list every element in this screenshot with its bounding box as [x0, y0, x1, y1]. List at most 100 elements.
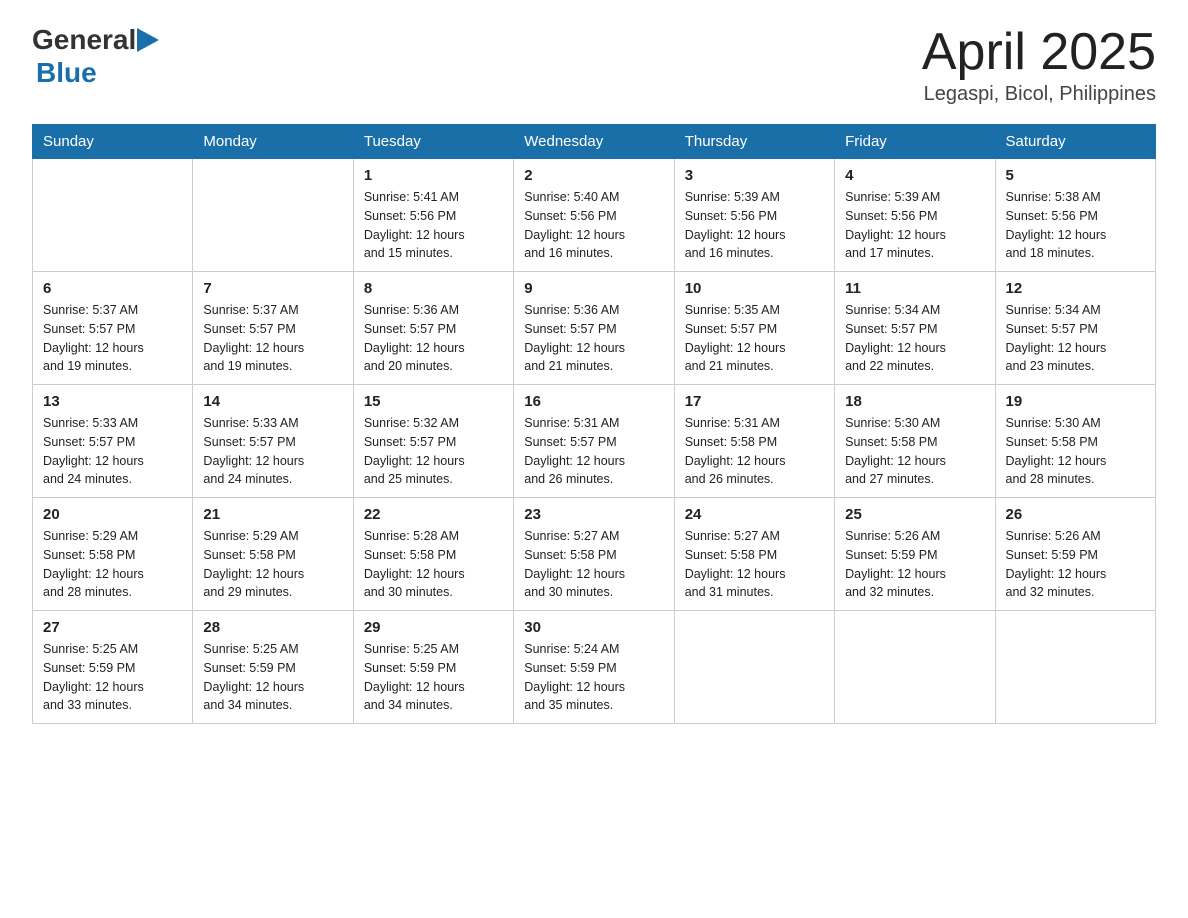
- calendar-cell: 1 Sunrise: 5:41 AMSunset: 5:56 PMDaylight…: [353, 159, 513, 272]
- day-number: 14: [203, 393, 342, 410]
- day-info: Sunrise: 5:41 AMSunset: 5:56 PMDaylight:…: [364, 188, 503, 263]
- day-number: 5: [1006, 167, 1145, 184]
- day-number: 25: [845, 506, 984, 523]
- calendar-cell: [995, 611, 1155, 724]
- column-header-tuesday: Tuesday: [353, 125, 513, 159]
- day-number: 23: [524, 506, 663, 523]
- day-number: 12: [1006, 280, 1145, 297]
- calendar-cell: 22 Sunrise: 5:28 AMSunset: 5:58 PMDayligh…: [353, 498, 513, 611]
- day-number: 16: [524, 393, 663, 410]
- day-number: 18: [845, 393, 984, 410]
- calendar-cell: 5 Sunrise: 5:38 AMSunset: 5:56 PMDaylight…: [995, 159, 1155, 272]
- calendar-cell: 8 Sunrise: 5:36 AMSunset: 5:57 PMDaylight…: [353, 272, 513, 385]
- calendar-cell: 12 Sunrise: 5:34 AMSunset: 5:57 PMDayligh…: [995, 272, 1155, 385]
- calendar-cell: 18Sunrise: 5:30 AMSunset: 5:58 PMDayligh…: [835, 385, 995, 498]
- day-number: 8: [364, 280, 503, 297]
- day-number: 11: [845, 280, 984, 297]
- day-number: 30: [524, 619, 663, 636]
- calendar-cell: 23Sunrise: 5:27 AMSunset: 5:58 PMDayligh…: [514, 498, 674, 611]
- calendar-cell: 27 Sunrise: 5:25 AMSunset: 5:59 PMDayligh…: [33, 611, 193, 724]
- calendar-week-row: 20 Sunrise: 5:29 AMSunset: 5:58 PMDayligh…: [33, 498, 1156, 611]
- day-info: Sunrise: 5:35 AMSunset: 5:57 PMDaylight:…: [685, 301, 824, 376]
- day-number: 27: [43, 619, 182, 636]
- day-number: 26: [1006, 506, 1145, 523]
- calendar-cell: 17 Sunrise: 5:31 AMSunset: 5:58 PMDayligh…: [674, 385, 834, 498]
- day-number: 21: [203, 506, 342, 523]
- day-info: Sunrise: 5:29 AMSunset: 5:58 PMDaylight:…: [43, 527, 182, 602]
- day-number: 15: [364, 393, 503, 410]
- day-number: 29: [364, 619, 503, 636]
- calendar-cell: 11 Sunrise: 5:34 AMSunset: 5:57 PMDayligh…: [835, 272, 995, 385]
- column-header-thursday: Thursday: [674, 125, 834, 159]
- calendar-cell: 16 Sunrise: 5:31 AMSunset: 5:57 PMDayligh…: [514, 385, 674, 498]
- day-info: Sunrise: 5:38 AMSunset: 5:56 PMDaylight:…: [1006, 188, 1145, 263]
- day-info: Sunrise: 5:25 AMSunset: 5:59 PMDaylight:…: [364, 640, 503, 715]
- day-info: Sunrise: 5:40 AMSunset: 5:56 PMDaylight:…: [524, 188, 663, 263]
- calendar-table: SundayMondayTuesdayWednesdayThursdayFrid…: [32, 124, 1156, 724]
- day-info: Sunrise: 5:34 AMSunset: 5:57 PMDaylight:…: [1006, 301, 1145, 376]
- location-title: Legaspi, Bicol, Philippines: [922, 83, 1156, 106]
- day-number: 1: [364, 167, 503, 184]
- day-info: Sunrise: 5:39 AMSunset: 5:56 PMDaylight:…: [845, 188, 984, 263]
- calendar-cell: 6 Sunrise: 5:37 AMSunset: 5:57 PMDaylight…: [33, 272, 193, 385]
- day-info: Sunrise: 5:27 AMSunset: 5:58 PMDaylight:…: [685, 527, 824, 602]
- day-info: Sunrise: 5:36 AMSunset: 5:57 PMDaylight:…: [364, 301, 503, 376]
- day-info: Sunrise: 5:37 AMSunset: 5:57 PMDaylight:…: [43, 301, 182, 376]
- calendar-cell: 21 Sunrise: 5:29 AMSunset: 5:58 PMDayligh…: [193, 498, 353, 611]
- calendar-header-row: SundayMondayTuesdayWednesdayThursdayFrid…: [33, 125, 1156, 159]
- calendar-week-row: 1 Sunrise: 5:41 AMSunset: 5:56 PMDaylight…: [33, 159, 1156, 272]
- day-info: Sunrise: 5:31 AMSunset: 5:58 PMDaylight:…: [685, 414, 824, 489]
- column-header-wednesday: Wednesday: [514, 125, 674, 159]
- day-info: Sunrise: 5:29 AMSunset: 5:58 PMDaylight:…: [203, 527, 342, 602]
- day-number: 10: [685, 280, 824, 297]
- day-info: Sunrise: 5:33 AMSunset: 5:57 PMDaylight:…: [203, 414, 342, 489]
- calendar-cell: 29 Sunrise: 5:25 AMSunset: 5:59 PMDayligh…: [353, 611, 513, 724]
- calendar-cell: 26 Sunrise: 5:26 AMSunset: 5:59 PMDayligh…: [995, 498, 1155, 611]
- column-header-monday: Monday: [193, 125, 353, 159]
- day-number: 4: [845, 167, 984, 184]
- logo: General Blue: [32, 24, 161, 90]
- day-info: Sunrise: 5:28 AMSunset: 5:58 PMDaylight:…: [364, 527, 503, 602]
- day-number: 28: [203, 619, 342, 636]
- calendar-cell: 3Sunrise: 5:39 AMSunset: 5:56 PMDaylight…: [674, 159, 834, 272]
- calendar-cell: 2Sunrise: 5:40 AMSunset: 5:56 PMDaylight…: [514, 159, 674, 272]
- day-info: Sunrise: 5:30 AMSunset: 5:58 PMDaylight:…: [1006, 414, 1145, 489]
- calendar-cell: 19 Sunrise: 5:30 AMSunset: 5:58 PMDayligh…: [995, 385, 1155, 498]
- day-number: 6: [43, 280, 182, 297]
- column-header-friday: Friday: [835, 125, 995, 159]
- calendar-cell: 15 Sunrise: 5:32 AMSunset: 5:57 PMDayligh…: [353, 385, 513, 498]
- day-info: Sunrise: 5:25 AMSunset: 5:59 PMDaylight:…: [203, 640, 342, 715]
- day-number: 20: [43, 506, 182, 523]
- day-info: Sunrise: 5:34 AMSunset: 5:57 PMDaylight:…: [845, 301, 984, 376]
- calendar-week-row: 13 Sunrise: 5:33 AMSunset: 5:57 PMDayligh…: [33, 385, 1156, 498]
- calendar-cell: [33, 159, 193, 272]
- calendar-cell: 20 Sunrise: 5:29 AMSunset: 5:58 PMDayligh…: [33, 498, 193, 611]
- calendar-cell: [835, 611, 995, 724]
- calendar-week-row: 6 Sunrise: 5:37 AMSunset: 5:57 PMDaylight…: [33, 272, 1156, 385]
- logo-blue: Blue: [32, 56, 161, 90]
- month-title: April 2025: [922, 24, 1156, 81]
- calendar-cell: 4 Sunrise: 5:39 AMSunset: 5:56 PMDaylight…: [835, 159, 995, 272]
- day-number: 13: [43, 393, 182, 410]
- day-info: Sunrise: 5:32 AMSunset: 5:57 PMDaylight:…: [364, 414, 503, 489]
- calendar-cell: 13 Sunrise: 5:33 AMSunset: 5:57 PMDayligh…: [33, 385, 193, 498]
- day-number: 7: [203, 280, 342, 297]
- day-info: Sunrise: 5:39 AMSunset: 5:56 PMDaylight:…: [685, 188, 824, 263]
- calendar-week-row: 27 Sunrise: 5:25 AMSunset: 5:59 PMDayligh…: [33, 611, 1156, 724]
- day-info: Sunrise: 5:24 AMSunset: 5:59 PMDaylight:…: [524, 640, 663, 715]
- day-number: 19: [1006, 393, 1145, 410]
- day-info: Sunrise: 5:33 AMSunset: 5:57 PMDaylight:…: [43, 414, 182, 489]
- day-info: Sunrise: 5:26 AMSunset: 5:59 PMDaylight:…: [1006, 527, 1145, 602]
- day-number: 17: [685, 393, 824, 410]
- logo-triangle-icon: [137, 24, 159, 56]
- logo-general: General: [32, 26, 136, 54]
- day-number: 9: [524, 280, 663, 297]
- calendar-cell: 7 Sunrise: 5:37 AMSunset: 5:57 PMDaylight…: [193, 272, 353, 385]
- page-header: General Blue April 2025 Legaspi, Bicol, …: [32, 24, 1156, 106]
- title-block: April 2025 Legaspi, Bicol, Philippines: [922, 24, 1156, 106]
- calendar-cell: 9Sunrise: 5:36 AMSunset: 5:57 PMDaylight…: [514, 272, 674, 385]
- day-number: 22: [364, 506, 503, 523]
- day-info: Sunrise: 5:37 AMSunset: 5:57 PMDaylight:…: [203, 301, 342, 376]
- day-info: Sunrise: 5:31 AMSunset: 5:57 PMDaylight:…: [524, 414, 663, 489]
- day-info: Sunrise: 5:25 AMSunset: 5:59 PMDaylight:…: [43, 640, 182, 715]
